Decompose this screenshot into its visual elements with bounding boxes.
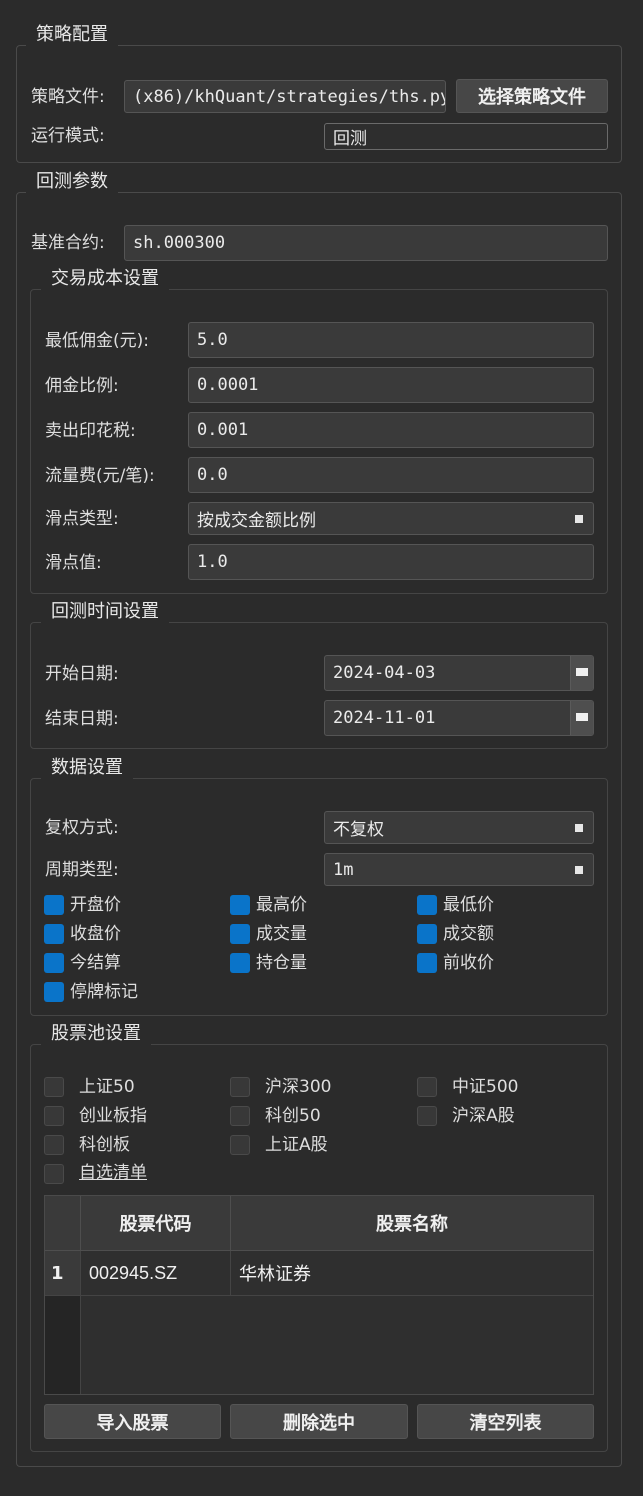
- period-value: 1m: [333, 859, 354, 880]
- row-header-column: [45, 1296, 81, 1394]
- commission-rate-input[interactable]: 0.0001: [188, 367, 594, 403]
- slippage-value-input[interactable]: 1.0: [188, 544, 594, 580]
- custom-list-link[interactable]: 自选清单: [79, 1162, 147, 1184]
- min-commission-label: 最低佣金(元):: [45, 331, 149, 351]
- pool-label-cyb-index: 创业板指: [79, 1106, 147, 1126]
- checkbox-close[interactable]: [44, 924, 64, 944]
- checkbox-hs-a[interactable]: [417, 1106, 437, 1126]
- choose-strategy-file-button[interactable]: 选择策略文件: [456, 79, 608, 113]
- checkbox-high[interactable]: [230, 895, 250, 915]
- field-label-close: 收盘价: [70, 924, 121, 944]
- table-corner-header: [45, 1196, 81, 1251]
- checkbox-open-interest[interactable]: [230, 953, 250, 973]
- import-stocks-button[interactable]: 导入股票: [44, 1404, 221, 1439]
- flow-fee-input[interactable]: 0.0: [188, 457, 594, 493]
- field-label-pre-close: 前收价: [443, 953, 494, 973]
- dropdown-arrow-icon: [575, 823, 583, 832]
- pool-label-kc50: 科创50: [265, 1106, 321, 1126]
- pool-label-sz-a: 上证A股: [265, 1135, 328, 1155]
- calendar-dropdown-icon[interactable]: [570, 656, 593, 690]
- checkbox-volume[interactable]: [230, 924, 250, 944]
- field-label-open-interest: 持仓量: [256, 953, 307, 973]
- clear-list-button[interactable]: 清空列表: [417, 1404, 594, 1439]
- checkbox-low[interactable]: [417, 895, 437, 915]
- checkbox-cyb-index[interactable]: [44, 1106, 64, 1126]
- field-label-low: 最低价: [443, 895, 494, 915]
- end-date-label: 结束日期:: [45, 709, 119, 729]
- field-label-high: 最高价: [256, 895, 307, 915]
- pool-label-zz500: 中证500: [452, 1077, 519, 1097]
- checkbox-kcb[interactable]: [44, 1135, 64, 1155]
- period-label: 周期类型:: [45, 860, 119, 880]
- pool-label-sz50: 上证50: [79, 1077, 135, 1097]
- calendar-dropdown-icon[interactable]: [570, 701, 593, 735]
- slippage-type-value: 按成交金额比例: [197, 511, 316, 531]
- strategy-config-title: 策略配置: [26, 24, 118, 46]
- checkbox-settle[interactable]: [44, 953, 64, 973]
- run-mode-field[interactable]: 回测: [324, 123, 608, 150]
- start-date-input[interactable]: 2024-04-03: [324, 655, 594, 691]
- min-commission-input[interactable]: 5.0: [188, 322, 594, 358]
- pool-label-hs300: 沪深300: [265, 1077, 332, 1097]
- backtest-params-title: 回测参数: [26, 171, 118, 193]
- checkbox-open[interactable]: [44, 895, 64, 915]
- pool-label-kcb: 科创板: [79, 1135, 130, 1155]
- benchmark-label: 基准合约:: [31, 233, 105, 253]
- checkbox-suspend-flag[interactable]: [44, 982, 64, 1002]
- stock-table[interactable]: 股票代码 股票名称 1 002945.SZ 华林证券: [44, 1195, 594, 1395]
- dropdown-arrow-icon: [575, 865, 583, 874]
- slippage-type-label: 滑点类型:: [45, 509, 119, 529]
- field-label-volume: 成交量: [256, 924, 307, 944]
- stock-pool-title: 股票池设置: [41, 1023, 151, 1045]
- stamp-tax-input[interactable]: 0.001: [188, 412, 594, 448]
- flow-fee-label: 流量费(元/笔):: [45, 466, 155, 486]
- stamp-tax-label: 卖出印花税:: [45, 421, 136, 441]
- trade-cost-title: 交易成本设置: [41, 268, 169, 290]
- column-header-name[interactable]: 股票名称: [231, 1196, 593, 1251]
- adjust-label: 复权方式:: [45, 818, 119, 838]
- strategy-file-input[interactable]: (x86)/khQuant/strategies/ths.py: [124, 80, 446, 113]
- field-label-amount: 成交额: [443, 924, 494, 944]
- data-settings-title: 数据设置: [41, 757, 133, 779]
- cell-stock-code[interactable]: 002945.SZ: [81, 1251, 231, 1296]
- backtest-time-title: 回测时间设置: [41, 601, 169, 623]
- adjust-value: 不复权: [333, 820, 384, 840]
- strategy-file-label: 策略文件:: [31, 87, 105, 107]
- checkbox-sz-a[interactable]: [230, 1135, 250, 1155]
- checkbox-amount[interactable]: [417, 924, 437, 944]
- checkbox-sz50[interactable]: [44, 1077, 64, 1097]
- checkbox-custom-list[interactable]: [44, 1164, 64, 1184]
- field-label-settle: 今结算: [70, 953, 121, 973]
- dropdown-arrow-icon: [575, 514, 583, 523]
- period-select[interactable]: 1m: [324, 853, 594, 886]
- benchmark-input[interactable]: sh.000300: [124, 225, 608, 261]
- checkbox-kc50[interactable]: [230, 1106, 250, 1126]
- checkbox-pre-close[interactable]: [417, 953, 437, 973]
- slippage-type-select[interactable]: 按成交金额比例: [188, 502, 594, 535]
- end-date-input[interactable]: 2024-11-01: [324, 700, 594, 736]
- end-date-value: 2024-11-01: [333, 708, 436, 728]
- slippage-value-label: 滑点值:: [45, 553, 102, 573]
- adjust-select[interactable]: 不复权: [324, 811, 594, 844]
- commission-rate-label: 佣金比例:: [45, 376, 119, 396]
- checkbox-hs300[interactable]: [230, 1077, 250, 1097]
- run-mode-label: 运行模式:: [31, 126, 105, 146]
- field-label-suspend-flag: 停牌标记: [70, 982, 138, 1002]
- cell-stock-name[interactable]: 华林证券: [231, 1251, 593, 1296]
- row-index[interactable]: 1: [45, 1251, 81, 1296]
- column-header-code[interactable]: 股票代码: [81, 1196, 231, 1251]
- start-date-value: 2024-04-03: [333, 663, 436, 683]
- delete-selected-button[interactable]: 删除选中: [230, 1404, 408, 1439]
- start-date-label: 开始日期:: [45, 664, 119, 684]
- pool-label-hs-a: 沪深A股: [452, 1106, 515, 1126]
- field-label-open: 开盘价: [70, 895, 121, 915]
- checkbox-zz500[interactable]: [417, 1077, 437, 1097]
